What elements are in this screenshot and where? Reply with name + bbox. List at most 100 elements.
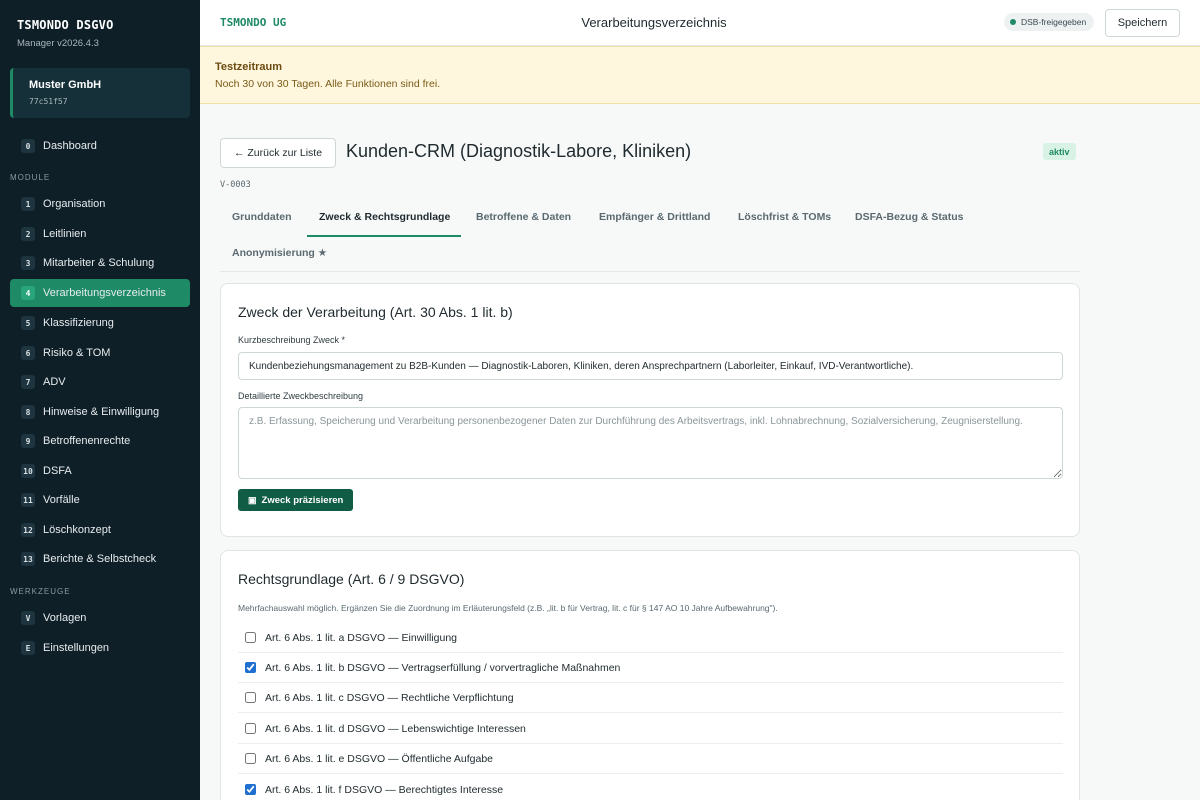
sidebar-item-mitarbeiter-schulung[interactable]: 3 Mitarbeiter & Schulung (10, 249, 190, 277)
dsb-status-label: DSB-freigegeben (1021, 17, 1087, 27)
sidebar-item-label: ADV (43, 376, 66, 388)
refine-purpose-button[interactable]: ▣ Zweck präzisieren (238, 489, 354, 511)
nav-number: 7 (21, 375, 35, 389)
sidebar-item-adv[interactable]: 7 ADV (10, 368, 190, 396)
sidebar-item-risiko-tom[interactable]: 6 Risiko & TOM (10, 339, 190, 367)
nav-number: 4 (21, 286, 35, 300)
record-id: V-0003 (220, 180, 251, 190)
tab-loeschfrist-toms[interactable]: Löschfrist & TOMs (738, 211, 831, 237)
nav-number: 13 (21, 552, 35, 566)
record-status-badge: aktiv (1043, 143, 1076, 160)
nav-number: 5 (21, 316, 35, 330)
sidebar-item-leitlinien[interactable]: 2 Leitlinien (10, 220, 190, 248)
brand-version: Manager v2026.4.3 (17, 38, 99, 49)
legal-option-checkbox[interactable] (245, 632, 256, 643)
back-to-list-button[interactable]: ← Zurück zur Liste (220, 138, 336, 168)
sidebar-item-label: Löschkonzept (43, 524, 111, 536)
brand: TSMONDO DSGVO Manager v2026.4.3 (17, 18, 114, 49)
nav-number: E (21, 641, 35, 655)
tab-grunddaten[interactable]: Grunddaten (232, 211, 292, 237)
sidebar-item-label: Klassifizierung (43, 317, 114, 329)
trial-title: Testzeitraum (215, 61, 283, 73)
trial-text: Noch 30 von 30 Tagen. Alle Funktionen si… (215, 78, 441, 90)
sidebar-item-organisation[interactable]: 1 Organisation (10, 190, 190, 218)
detail-purpose-textarea[interactable] (238, 407, 1063, 479)
sidebar-item-vorlagen[interactable]: V Vorlagen (10, 604, 190, 632)
sidebar-item-label: Organisation (43, 198, 106, 210)
sidebar-item-dsfa[interactable]: 10 DSFA (10, 457, 190, 485)
sidebar-item-label: Dashboard (43, 140, 97, 152)
nav-number: 0 (21, 139, 35, 153)
sidebar-item-label: Verarbeitungsverzeichnis (43, 287, 166, 299)
nav-number: V (21, 611, 35, 625)
legal-option-lit-f[interactable]: Art. 6 Abs. 1 lit. f DSGVO — Berechtigte… (238, 775, 1063, 800)
legal-option-lit-b[interactable]: Art. 6 Abs. 1 lit. b DSGVO — Vertragserf… (238, 653, 1063, 683)
legal-option-lit-d[interactable]: Art. 6 Abs. 1 lit. d DSGVO — Lebenswicht… (238, 714, 1063, 744)
tab-empfaenger-drittland[interactable]: Empfänger & Drittland (599, 211, 710, 237)
tab-zweck-rechtsgrundlage[interactable]: Zweck & Rechtsgrundlage (307, 211, 461, 237)
sidebar-item-label: Mitarbeiter & Schulung (43, 257, 155, 269)
nav-number: 11 (21, 493, 35, 507)
nav-number: 12 (21, 523, 35, 537)
legal-basis-hint: Mehrfachauswahl möglich. Ergänzen Sie di… (238, 603, 778, 613)
legal-option-checkbox[interactable] (245, 753, 256, 764)
legal-option-label: Art. 6 Abs. 1 lit. e DSGVO — Öffentliche… (265, 752, 494, 765)
sidebar-item-loeschkonzept[interactable]: 12 Löschkonzept (10, 516, 190, 544)
sidebar-item-label: Risiko & TOM (43, 347, 111, 359)
tab-betroffene-daten[interactable]: Betroffene & Daten (476, 211, 571, 237)
legal-option-label: Art. 6 Abs. 1 lit. c DSGVO — Rechtliche … (265, 691, 514, 704)
nav-number: 8 (21, 405, 35, 419)
tenant-name: Muster GmbH (29, 79, 102, 91)
sidebar-item-einstellungen[interactable]: E Einstellungen (10, 634, 190, 662)
status-dot-icon (1010, 19, 1016, 25)
legal-option-label: Art. 6 Abs. 1 lit. a DSGVO — Einwilligun… (265, 631, 457, 644)
tab-anonymisierung[interactable]: Anonymisierung ★ (232, 247, 327, 273)
sidebar-item-label: Betroffenenrechte (43, 435, 131, 447)
top-bar: TSMONDO UG Verarbeitungsverzeichnis DSB-… (200, 0, 1200, 46)
purpose-card-title: Zweck der Verarbeitung (Art. 30 Abs. 1 l… (238, 304, 513, 320)
legal-option-checkbox[interactable] (245, 662, 256, 673)
save-button[interactable]: Speichern (1105, 9, 1180, 37)
robot-icon: ▣ (248, 494, 257, 505)
page-title: Verarbeitungsverzeichnis (581, 15, 727, 30)
legal-option-checkbox[interactable] (245, 723, 256, 734)
legal-option-lit-e[interactable]: Art. 6 Abs. 1 lit. e DSGVO — Öffentliche… (238, 744, 1063, 774)
tenant-id: 77c51f57 (29, 97, 68, 106)
legal-basis-card-title: Rechtsgrundlage (Art. 6 / 9 DSGVO) (238, 571, 465, 587)
sidebar-item-label: Einstellungen (43, 642, 110, 654)
nav-number: 10 (21, 464, 35, 478)
legal-option-label: Art. 6 Abs. 1 lit. f DSGVO — Berechtigte… (265, 783, 504, 796)
sidebar-item-verarbeitungsverzeichnis[interactable]: 4 Verarbeitungsverzeichnis (10, 279, 190, 307)
tab-dsfa-bezug-status[interactable]: DSFA-Bezug & Status (855, 211, 964, 237)
legal-option-label: Art. 6 Abs. 1 lit. d DSGVO — Lebenswicht… (265, 722, 526, 735)
legal-option-checkbox[interactable] (245, 784, 256, 795)
brand-title: TSMONDO DSGVO (17, 18, 114, 32)
nav-number: 1 (21, 197, 35, 211)
sidebar-item-klassifizierung[interactable]: 5 Klassifizierung (10, 309, 190, 337)
legal-option-lit-a[interactable]: Art. 6 Abs. 1 lit. a DSGVO — Einwilligun… (238, 623, 1063, 653)
sidebar-item-vorfaelle[interactable]: 11 Vorfälle (10, 486, 190, 514)
legal-option-label: Art. 6 Abs. 1 lit. b DSGVO — Vertragserf… (265, 661, 621, 674)
sidebar-item-label: Leitlinien (43, 228, 87, 240)
trial-banner: Testzeitraum Noch 30 von 30 Tagen. Alle … (200, 46, 1200, 104)
refine-purpose-label: Zweck präzisieren (261, 494, 344, 506)
sidebar-item-label: Berichte & Selbstcheck (43, 553, 157, 565)
tenant-switcher[interactable]: Muster GmbH 77c51f57 (10, 68, 190, 118)
nav-number: 9 (21, 434, 35, 448)
section-label-modules: MODULE (10, 173, 51, 182)
nav-number: 2 (21, 227, 35, 241)
legal-basis-card: Rechtsgrundlage (Art. 6 / 9 DSGVO) Mehrf… (220, 550, 1080, 800)
nav-number: 6 (21, 346, 35, 360)
sidebar-item-dashboard[interactable]: 0 Dashboard (10, 132, 190, 160)
sidebar-item-hinweise-einwilligung[interactable]: 8 Hinweise & Einwilligung (10, 398, 190, 426)
sidebar-item-betroffenenrechte[interactable]: 9 Betroffenenrechte (10, 427, 190, 455)
sidebar-item-label: Vorfälle (43, 494, 80, 506)
short-purpose-label: Kurzbeschreibung Zweck * (238, 335, 346, 345)
legal-option-checkbox[interactable] (245, 692, 256, 703)
tabs-divider (220, 271, 1080, 272)
short-purpose-input[interactable] (238, 352, 1063, 380)
legal-option-lit-c[interactable]: Art. 6 Abs. 1 lit. c DSGVO — Rechtliche … (238, 683, 1063, 713)
detail-purpose-label: Detaillierte Zweckbeschreibung (238, 391, 364, 401)
sidebar-item-label: Hinweise & Einwilligung (43, 406, 160, 418)
sidebar-item-berichte-selbstcheck[interactable]: 13 Berichte & Selbstcheck (10, 545, 190, 573)
